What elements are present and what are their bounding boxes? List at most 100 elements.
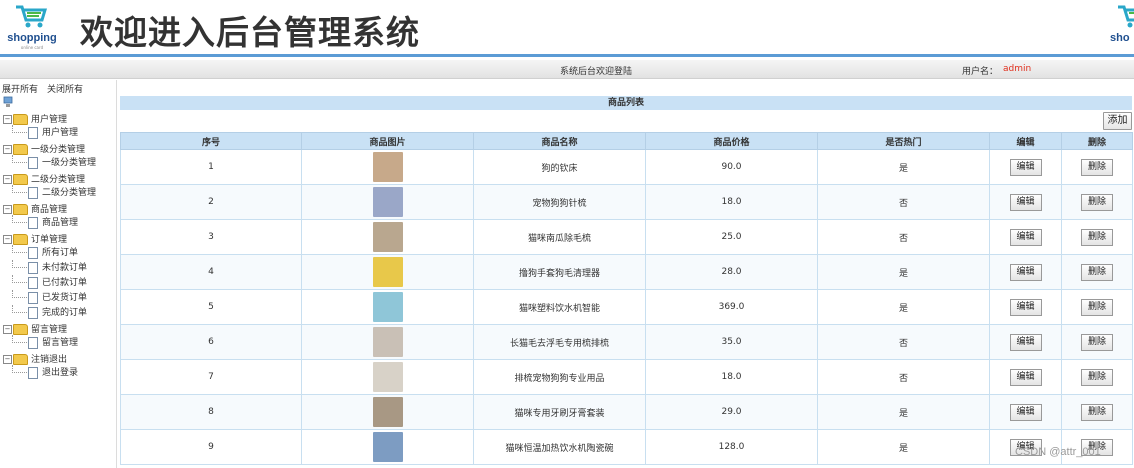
collapse-toggle-icon[interactable]: −	[3, 145, 12, 154]
folder-icon	[13, 354, 28, 365]
product-thumbnail	[372, 152, 403, 182]
row-image-cell	[301, 359, 474, 395]
tree-folder-label: 商品管理	[31, 205, 68, 215]
row-number: 4	[120, 254, 302, 290]
product-name: 狗的钦床	[473, 149, 646, 185]
welcome-text: 系统后台欢迎登陆	[560, 67, 633, 77]
product-hot: 是	[817, 149, 990, 185]
tree-folder[interactable]: − 注销退出	[3, 352, 67, 366]
table-row: 4 撸狗手套狗毛清理器 28.0 是 编辑 删除	[120, 254, 1133, 290]
row-number: 6	[120, 324, 302, 360]
collapse-toggle-icon[interactable]: −	[3, 115, 12, 124]
row-image-cell	[301, 254, 474, 290]
row-number: 7	[120, 359, 302, 395]
tree-leaf-label: 已发货订单	[42, 293, 88, 303]
tree-leaf[interactable]: 留言管理	[12, 335, 78, 349]
table-row: 6 长猫毛去浮毛专用梳排梳 35.0 否 编辑 删除	[120, 324, 1133, 360]
delete-cell: 删除	[1061, 359, 1133, 395]
row-image-cell	[301, 429, 474, 465]
tree-folder[interactable]: − 一级分类管理	[3, 142, 85, 156]
tree-folder[interactable]: − 订单管理	[3, 232, 67, 246]
edit-button[interactable]: 编辑	[1009, 228, 1042, 246]
tree-folder[interactable]: − 二级分类管理	[3, 172, 85, 186]
tree-leaf-label: 所有订单	[42, 248, 79, 258]
expand-all-link[interactable]: 展开所有	[2, 85, 38, 95]
collapse-toggle-icon[interactable]: −	[3, 325, 12, 334]
product-name: 长猫毛去浮毛专用梳排梳	[473, 324, 646, 360]
product-price: 25.0	[645, 219, 818, 255]
tree-leaf[interactable]: 已付款订单	[12, 275, 87, 289]
collapse-toggle-icon[interactable]: −	[3, 355, 12, 364]
collapse-toggle-icon[interactable]: −	[3, 205, 12, 214]
delete-button[interactable]: 删除	[1081, 298, 1113, 316]
delete-button[interactable]: 删除	[1081, 403, 1113, 421]
product-hot: 否	[817, 359, 990, 395]
page-title: 欢迎进入后台管理系统	[80, 13, 420, 52]
table-row: 3 猫咪南瓜除毛梳 25.0 否 编辑 删除	[120, 219, 1133, 255]
tree-folder[interactable]: − 留言管理	[3, 322, 67, 336]
edit-cell: 编辑	[989, 324, 1062, 360]
tree-folder[interactable]: − 用户管理	[3, 112, 67, 126]
edit-button[interactable]: 编辑	[1009, 403, 1042, 421]
delete-cell: 删除	[1061, 394, 1133, 430]
tree-leaf[interactable]: 退出登录	[12, 365, 78, 379]
delete-button[interactable]: 删除	[1081, 368, 1113, 386]
edit-button[interactable]: 编辑	[1009, 333, 1042, 351]
tree-branch-line	[12, 305, 27, 313]
delete-button[interactable]: 删除	[1081, 263, 1113, 281]
tree-folder-label: 留言管理	[31, 325, 68, 335]
page-icon	[28, 246, 38, 259]
tree-branch-line	[12, 260, 27, 268]
delete-button[interactable]: 删除	[1081, 333, 1113, 351]
collapse-all-link[interactable]: 关闭所有	[47, 85, 83, 95]
tree-leaf[interactable]: 二级分类管理	[12, 185, 96, 199]
delete-button[interactable]: 删除	[1081, 193, 1113, 211]
product-thumbnail	[372, 292, 403, 322]
add-button[interactable]: 添加	[1103, 112, 1132, 130]
product-hot: 否	[817, 184, 990, 220]
delete-cell: 删除	[1061, 289, 1133, 325]
tree-leaf-label: 用户管理	[42, 128, 79, 138]
tree-folder-label: 注销退出	[31, 355, 68, 365]
collapse-toggle-icon[interactable]: −	[3, 175, 12, 184]
product-name: 猫咪南瓜除毛梳	[473, 219, 646, 255]
tree-leaf[interactable]: 已发货订单	[12, 290, 87, 304]
computer-icon	[3, 96, 13, 107]
folder-icon	[13, 114, 28, 125]
page-icon	[28, 306, 38, 319]
edit-button[interactable]: 编辑	[1009, 368, 1042, 386]
tree-folder[interactable]: − 商品管理	[3, 202, 67, 216]
row-image-cell	[301, 219, 474, 255]
tree-leaf[interactable]: 完成的订单	[12, 305, 87, 319]
product-hot: 是	[817, 429, 990, 465]
page-icon	[28, 261, 38, 274]
row-number: 5	[120, 289, 302, 325]
cart-icon	[16, 5, 48, 28]
product-thumbnail	[372, 257, 403, 287]
tree-leaf[interactable]: 用户管理	[12, 125, 78, 139]
tree-folder-label: 订单管理	[31, 235, 68, 245]
tree-leaf-label: 完成的订单	[42, 308, 88, 318]
col-header-edit: 编辑	[989, 132, 1062, 150]
delete-button[interactable]: 删除	[1081, 228, 1113, 246]
col-header-price: 商品价格	[645, 132, 818, 150]
edit-button[interactable]: 编辑	[1009, 298, 1042, 316]
tree-leaf[interactable]: 所有订单	[12, 245, 78, 259]
tree-leaf[interactable]: 一级分类管理	[12, 155, 96, 169]
tree-branch-line	[12, 155, 27, 163]
product-thumbnail	[372, 327, 403, 357]
page-icon	[28, 276, 38, 289]
delete-button[interactable]: 删除	[1081, 158, 1113, 176]
delete-cell: 删除	[1061, 184, 1133, 220]
app-header: shopping online card 欢迎进入后台管理系统 sho	[0, 0, 1134, 54]
tree-leaf[interactable]: 商品管理	[12, 215, 78, 229]
tree-branch-line	[12, 245, 27, 253]
row-number: 1	[120, 149, 302, 185]
edit-button[interactable]: 编辑	[1009, 263, 1042, 281]
tree-branch-line	[12, 215, 27, 223]
collapse-toggle-icon[interactable]: −	[3, 235, 12, 244]
edit-button[interactable]: 编辑	[1009, 193, 1042, 211]
list-title: 商品列表	[120, 96, 1132, 110]
edit-button[interactable]: 编辑	[1009, 158, 1042, 176]
tree-leaf[interactable]: 未付款订单	[12, 260, 87, 274]
